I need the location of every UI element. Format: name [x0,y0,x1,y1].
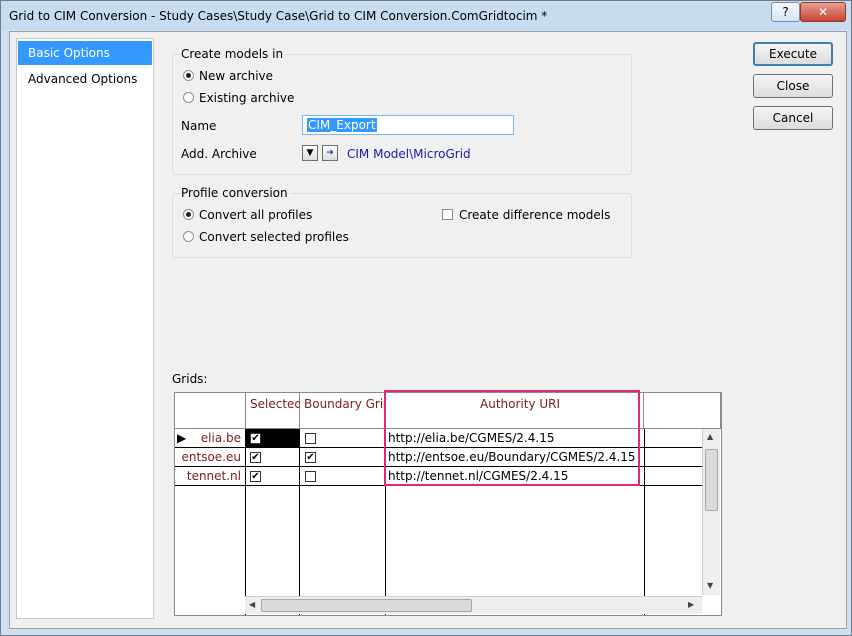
options-nav: Basic Options Advanced Options [16,38,154,619]
add-archive-label: Add. Archive [181,147,257,161]
new-archive-label[interactable]: New archive [199,69,273,83]
convert-all-radio[interactable] [183,209,194,220]
dropdown-arrow-icon[interactable]: ▼ [302,145,318,161]
scroll-down-icon[interactable]: ▼ [707,581,713,590]
close-window-button[interactable]: ✕ [800,2,846,22]
convert-all-label[interactable]: Convert all profiles [199,208,312,222]
name-input-value: CIM_Export [307,118,377,132]
archive-link[interactable]: CIM Model\MicroGrid [347,147,471,161]
name-input[interactable]: CIM_Export [302,115,514,135]
new-archive-radio[interactable] [183,70,194,81]
selected-checkbox[interactable]: ✔ [250,471,261,482]
row-name: tennet.nl [186,469,241,483]
dialog-client-area: Basic Options Advanced Options Create mo… [9,31,847,629]
horizontal-scrollbar[interactable]: ◀ ▶ [245,596,702,614]
convert-selected-label[interactable]: Convert selected profiles [199,230,349,244]
scroll-right-icon[interactable]: ▶ [688,600,694,609]
create-difference-label[interactable]: Create difference models [459,208,610,222]
existing-archive-radio[interactable] [183,92,194,103]
authority-uri-highlight-box [384,390,640,486]
create-difference-checkbox[interactable] [442,209,453,220]
title-bar[interactable]: Grid to CIM Conversion - Study Cases\Stu… [1,1,851,30]
name-label: Name [181,119,217,133]
column-header-empty [644,393,721,429]
profile-conversion-legend: Profile conversion [179,186,290,200]
horizontal-scroll-thumb[interactable] [261,599,472,612]
scroll-up-icon[interactable]: ▲ [707,432,713,441]
current-row-pointer-icon: ▶ [177,431,187,445]
window-title: Grid to CIM Conversion - Study Cases\Stu… [9,9,548,23]
close-button[interactable]: Close [753,74,833,98]
row-name: entsoe.eu [181,450,241,464]
column-header-boundary-grid[interactable]: Boundary Grid [300,393,391,429]
boundary-checkbox[interactable]: ✔ [305,452,316,463]
cancel-button[interactable]: Cancel [753,106,833,130]
grids-label: Grids: [172,372,208,386]
vertical-scrollbar[interactable]: ▲ ▼ [702,429,720,595]
column-header-selected-text: Selected [250,397,303,411]
grid-corner-header [175,393,246,429]
selected-checkbox[interactable]: ✔ [250,433,261,444]
scroll-left-icon[interactable]: ◀ [249,600,255,609]
selected-checkbox[interactable]: ✔ [250,452,261,463]
boundary-checkbox[interactable] [305,471,316,482]
nav-item-basic-options[interactable]: Basic Options [18,41,152,65]
execute-button[interactable]: Execute [753,42,833,66]
nav-item-advanced-options[interactable]: Advanced Options [18,67,152,91]
convert-selected-radio[interactable] [183,231,194,242]
help-button[interactable]: ? [771,2,800,22]
dialog-window: Grid to CIM Conversion - Study Cases\Stu… [0,0,852,636]
column-header-boundary-text: Boundary Grid [304,397,391,411]
column-header-selected[interactable]: Selected [246,393,303,429]
boundary-checkbox[interactable] [305,433,316,444]
row-header[interactable]: ▶ elia.be [175,429,245,448]
create-models-legend: Create models in [179,47,286,61]
vertical-scroll-thumb[interactable] [705,449,718,511]
row-name: elia.be [200,431,241,445]
existing-archive-label[interactable]: Existing archive [199,91,294,105]
row-header[interactable]: entsoe.eu [175,448,245,467]
jump-to-arrow-icon[interactable]: ➜ [322,145,338,161]
profile-conversion-group: Profile conversion [172,186,632,258]
row-header[interactable]: tennet.nl [175,467,245,486]
